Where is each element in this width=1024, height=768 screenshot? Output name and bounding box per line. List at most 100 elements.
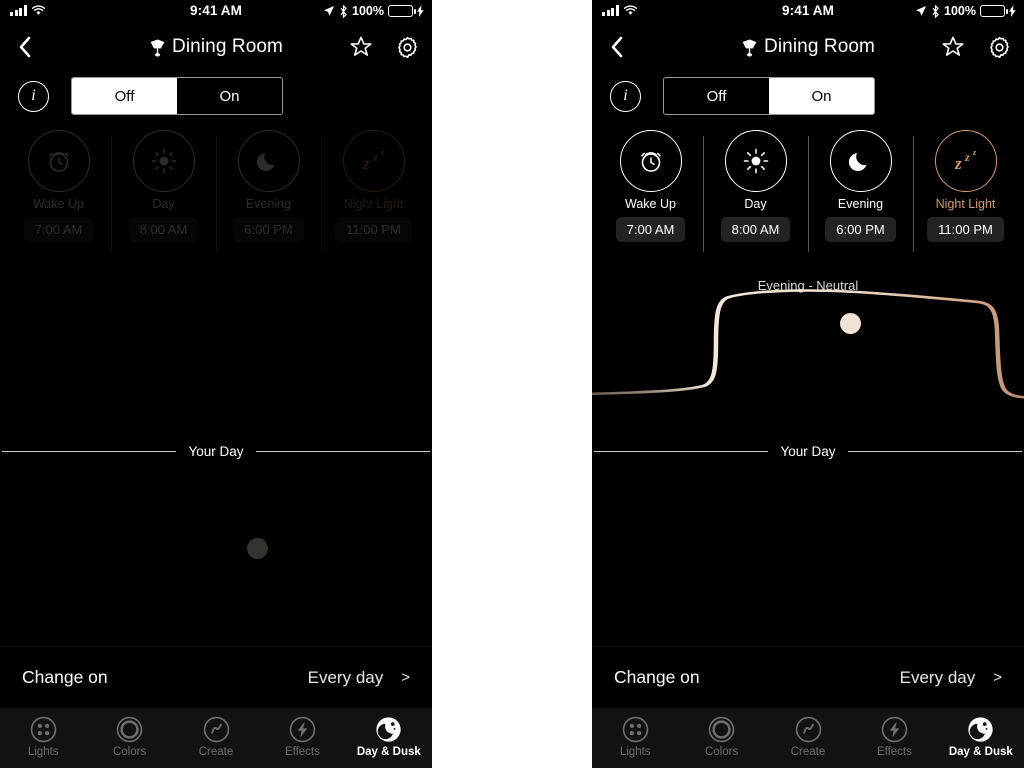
schedule-tile-label: Day (744, 197, 767, 211)
tab-label: Create (790, 746, 826, 758)
svg-text:z: z (972, 148, 977, 157)
bottom-tab-bar: Lights Colors Create Effects Day & Dusk (592, 708, 1024, 768)
tab-effects[interactable]: Effects (259, 716, 345, 758)
power-control-row: i Off On (0, 68, 432, 124)
schedule-tile-wake-up[interactable]: Wake Up 7:00 AM (6, 130, 111, 256)
segment-off[interactable]: Off (664, 78, 769, 114)
bottom-tab-bar: Lights Colors Create Effects Day & Dusk (0, 708, 432, 768)
page-title-text: Dining Room (764, 36, 875, 57)
star-outline-icon[interactable] (349, 35, 373, 59)
your-day-label: Your Day (780, 443, 836, 459)
divider-rule-right (255, 450, 431, 452)
battery-percent: 100% (944, 4, 976, 18)
tab-label: Day & Dusk (356, 746, 421, 758)
drag-handle-dot[interactable] (247, 538, 268, 559)
nav-actions (349, 35, 420, 60)
power-segmented-control[interactable]: Off On (71, 77, 283, 115)
sleep-zzz-icon: z z z (342, 130, 405, 192)
schedule-tile-time[interactable]: 7:00 AM (615, 217, 686, 242)
alarm-clock-icon (27, 130, 90, 192)
schedule-tile-label: Evening (245, 197, 292, 211)
create-squiggle-icon (203, 716, 229, 743)
change-on-row[interactable]: Change on Every day > (0, 646, 432, 708)
phone-screen-off-state: 9:41 AM 100% Dining Room i Off On Wake U… (0, 0, 432, 768)
schedule-tile-time[interactable]: 6:00 PM (825, 217, 896, 242)
day-curve-area[interactable] (0, 256, 432, 559)
chevron-right-icon: > (993, 669, 1002, 686)
svg-text:z: z (380, 148, 385, 157)
schedule-tile-time[interactable]: 8:00 AM (128, 217, 199, 242)
info-icon[interactable]: i (18, 80, 49, 112)
effects-bolt-icon (881, 716, 908, 743)
info-icon[interactable]: i (610, 80, 641, 112)
bluetooth-icon (932, 4, 939, 18)
day-dusk-moon-icon (968, 717, 993, 742)
info-label: i (31, 87, 36, 104)
moon-icon (237, 130, 300, 192)
tab-lights[interactable]: Lights (592, 716, 678, 758)
alarm-clock-icon (619, 130, 682, 192)
sun-icon (132, 130, 195, 192)
day-curve-area[interactable]: Evening - Neutral (592, 256, 1024, 434)
schedule-tile-time[interactable]: 8:00 AM (720, 217, 791, 242)
location-arrow-icon (916, 6, 927, 16)
page-title-text: Dining Room (172, 36, 283, 57)
schedule-tile-night-light[interactable]: z z z Night Light 11:00 PM (321, 130, 426, 256)
schedule-tile-time[interactable]: 6:00 PM (233, 217, 304, 242)
lightning-bolt-icon (417, 5, 424, 17)
schedule-tile-evening[interactable]: Evening 6:00 PM (808, 130, 913, 256)
change-on-row[interactable]: Change on Every day > (592, 646, 1024, 708)
schedule-tile-wake-up[interactable]: Wake Up 7:00 AM (598, 130, 703, 256)
schedule-tile-label: Wake Up (33, 197, 84, 211)
battery-icon (980, 5, 1008, 17)
panel-gutter (432, 0, 592, 768)
drag-handle-dot[interactable] (840, 313, 861, 334)
segment-on[interactable]: On (177, 78, 282, 114)
your-day-divider: Your Day (592, 434, 1024, 468)
svg-text:z: z (372, 150, 378, 164)
tab-label: Day & Dusk (948, 746, 1013, 758)
bluetooth-icon (340, 4, 347, 18)
gear-icon[interactable] (987, 35, 1012, 60)
lights-dots-icon (30, 716, 56, 743)
tab-create[interactable]: Create (173, 716, 259, 758)
segment-on[interactable]: On (769, 78, 874, 114)
schedule-tile-time[interactable]: 7:00 AM (23, 217, 94, 242)
effects-bolt-icon (289, 716, 316, 743)
tab-colors[interactable]: Colors (86, 716, 172, 758)
tab-effects[interactable]: Effects (851, 716, 937, 758)
gear-icon[interactable] (395, 35, 420, 60)
tab-label: Effects (284, 746, 320, 758)
tab-day-and-dusk[interactable]: Day & Dusk (346, 716, 432, 758)
day-curve-flat (0, 424, 432, 428)
schedule-tile-time[interactable]: 11:00 PM (335, 217, 412, 242)
info-label: i (623, 87, 628, 104)
star-outline-icon[interactable] (941, 35, 965, 59)
tab-label: Effects (876, 746, 912, 758)
status-bar: 9:41 AM 100% (592, 0, 1024, 26)
tab-lights[interactable]: Lights (0, 716, 86, 758)
pendant-lamp-icon (742, 39, 757, 56)
schedule-tile-time[interactable]: 11:00 PM (927, 217, 1004, 242)
change-on-value: Every day (899, 667, 976, 687)
your-day-divider: Your Day (0, 434, 432, 468)
screenshot-stage: 9:41 AM 100% Dining Room i Off On Wake U… (0, 0, 1024, 768)
schedule-tile-night-light[interactable]: z z z Night Light 11:00 PM (913, 130, 1018, 256)
tab-day-and-dusk[interactable]: Day & Dusk (938, 716, 1024, 758)
schedule-tile-label: Day (152, 197, 175, 211)
phone-screen-on-state: 9:41 AM 100% Dining Room i Off On Wake U… (592, 0, 1024, 768)
schedule-tile-day[interactable]: Day 8:00 AM (111, 130, 216, 256)
segment-off[interactable]: Off (72, 78, 177, 114)
schedule-tile-evening[interactable]: Evening 6:00 PM (216, 130, 321, 256)
tab-label: Colors (112, 746, 147, 758)
tab-colors[interactable]: Colors (678, 716, 764, 758)
divider-rule-left (594, 450, 769, 452)
tab-create[interactable]: Create (765, 716, 851, 758)
nav-bar: Dining Room (0, 26, 432, 68)
your-day-label: Your Day (188, 443, 244, 459)
power-segmented-control[interactable]: Off On (663, 77, 875, 115)
schedule-tiles: Wake Up 7:00 AM Day 8:00 AM Evening 6:00… (592, 124, 1024, 256)
schedule-tile-day[interactable]: Day 8:00 AM (703, 130, 808, 256)
colors-rings-icon (708, 716, 735, 743)
pendant-lamp-icon (150, 39, 165, 56)
